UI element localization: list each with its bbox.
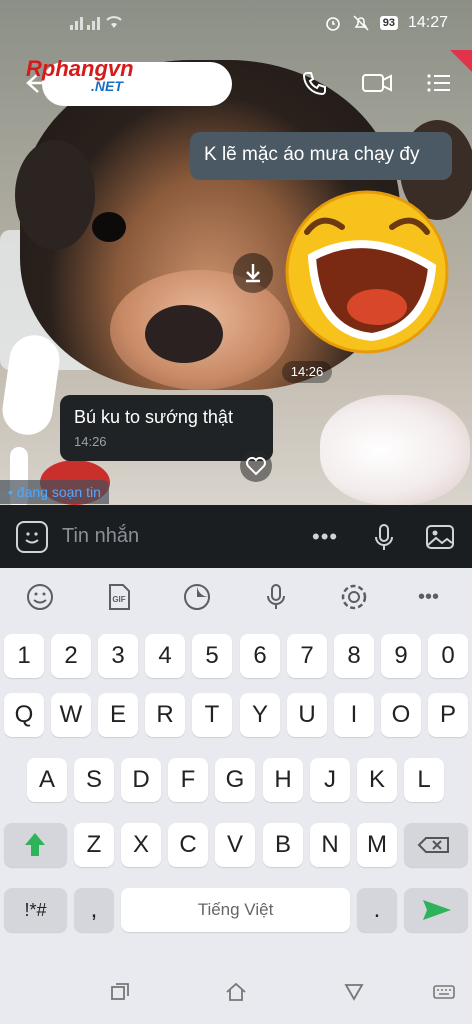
key-3[interactable]: 3 xyxy=(98,634,138,678)
key-l[interactable]: L xyxy=(404,758,444,802)
laughing-sticker[interactable] xyxy=(282,187,452,357)
emoji-icon[interactable] xyxy=(25,582,55,612)
signal-icon xyxy=(87,14,100,30)
watermark-domain: .NET xyxy=(91,78,123,94)
key-7[interactable]: 7 xyxy=(287,634,327,678)
download-button[interactable] xyxy=(233,253,273,293)
puppy-photo-paw xyxy=(320,395,470,505)
key-j[interactable]: J xyxy=(310,758,350,802)
phone-icon[interactable] xyxy=(300,68,330,98)
comma-key[interactable]: , xyxy=(74,888,114,932)
system-nav-bar xyxy=(0,958,472,1024)
back-triangle-icon[interactable] xyxy=(342,980,366,1004)
outgoing-message-text: K lẽ mặc áo mưa chạy đy xyxy=(204,144,420,165)
more-options-button[interactable]: ••• xyxy=(312,521,344,553)
smiley-icon xyxy=(25,532,39,544)
send-arrow-icon xyxy=(423,900,451,920)
key-h[interactable]: H xyxy=(263,758,303,802)
voice-input-icon[interactable] xyxy=(261,582,291,612)
key-d[interactable]: D xyxy=(121,758,161,802)
menu-list-icon[interactable] xyxy=(424,68,454,98)
signal-icon xyxy=(70,14,83,30)
keyboard-hide-icon[interactable] xyxy=(432,980,456,1004)
key-o[interactable]: O xyxy=(381,693,421,737)
image-gallery-icon[interactable] xyxy=(424,521,456,553)
key-g[interactable]: G xyxy=(215,758,255,802)
key-u[interactable]: U xyxy=(287,693,327,737)
message-input-bar: Tin nhắn ••• xyxy=(0,505,472,568)
key-1[interactable]: 1 xyxy=(4,634,44,678)
home-icon[interactable] xyxy=(224,980,248,1004)
watermark-logo: Rphangvn .NET xyxy=(26,56,134,94)
react-heart-button[interactable] xyxy=(240,450,272,482)
key-6[interactable]: 6 xyxy=(240,634,280,678)
key-4[interactable]: 4 xyxy=(145,634,185,678)
keyboard-toolbar: GIF ••• xyxy=(0,568,472,628)
download-icon xyxy=(246,264,260,283)
key-2[interactable]: 2 xyxy=(51,634,91,678)
status-right: 93 14:27 xyxy=(324,14,448,32)
puppy-photo-nose xyxy=(145,305,223,363)
mute-bell-icon xyxy=(353,15,369,31)
key-m[interactable]: M xyxy=(357,823,397,867)
key-y[interactable]: Y xyxy=(240,693,280,737)
svg-text:GIF: GIF xyxy=(112,595,125,604)
gif-icon[interactable]: GIF xyxy=(104,582,134,612)
status-time: 14:27 xyxy=(407,14,448,31)
send-key[interactable] xyxy=(404,888,468,932)
video-call-icon[interactable] xyxy=(360,68,394,98)
key-i[interactable]: I xyxy=(334,693,374,737)
key-c[interactable]: C xyxy=(168,823,208,867)
shift-arrow-icon xyxy=(25,833,45,856)
settings-gear-icon[interactable] xyxy=(339,582,369,612)
space-bar[interactable]: Tiếng Việt xyxy=(121,888,350,932)
key-f[interactable]: F xyxy=(168,758,208,802)
key-b[interactable]: B xyxy=(263,823,303,867)
key-9[interactable]: 9 xyxy=(381,634,421,678)
typing-indicator: • đang soạn tin xyxy=(0,480,109,504)
key-v[interactable]: V xyxy=(215,823,255,867)
sticker-timestamp: 14:26 xyxy=(282,361,332,383)
sticker-icon[interactable] xyxy=(182,582,212,612)
backspace-icon xyxy=(417,837,449,853)
incoming-message-text: Bú ku to sướng thật xyxy=(74,407,233,427)
wifi-icon xyxy=(106,16,122,28)
key-e[interactable]: E xyxy=(98,693,138,737)
signal-indicators xyxy=(70,14,124,30)
key-k[interactable]: K xyxy=(357,758,397,802)
shift-key[interactable] xyxy=(4,823,67,867)
key-q[interactable]: Q xyxy=(4,693,44,737)
heart-icon xyxy=(246,457,266,476)
key-5[interactable]: 5 xyxy=(192,634,232,678)
incoming-message-time: 14:26 xyxy=(74,434,107,449)
emoji-sticker-button[interactable] xyxy=(16,521,48,553)
key-a[interactable]: A xyxy=(27,758,67,802)
battery-indicator: 93 xyxy=(379,16,398,30)
key-r[interactable]: R xyxy=(145,693,185,737)
outgoing-message-bubble[interactable]: K lẽ mặc áo mưa chạy đy xyxy=(190,132,452,180)
key-n[interactable]: N xyxy=(310,823,350,867)
key-t[interactable]: T xyxy=(192,693,232,737)
recent-apps-icon[interactable] xyxy=(108,980,132,1004)
message-input[interactable]: Tin nhắn xyxy=(62,525,139,548)
key-8[interactable]: 8 xyxy=(334,634,374,678)
key-0[interactable]: 0 xyxy=(428,634,468,678)
alarm-icon xyxy=(325,17,340,31)
key-w[interactable]: W xyxy=(51,693,91,737)
corner-badge xyxy=(450,50,472,72)
period-key[interactable]: . xyxy=(357,888,397,932)
status-bar: 93 14:27 xyxy=(0,0,472,50)
symbols-key[interactable]: !*# xyxy=(4,888,67,932)
puppy-photo-eye xyxy=(92,212,126,242)
puppy-photo-ear xyxy=(15,140,95,250)
virtual-keyboard: GIF ••• 1 2 3 4 5 6 7 8 9 0 Q W E R T Y … xyxy=(0,568,472,958)
chat-header: Rphangvn .NET xyxy=(0,50,472,110)
microphone-icon[interactable] xyxy=(368,521,400,553)
key-p[interactable]: P xyxy=(428,693,468,737)
key-z[interactable]: Z xyxy=(74,823,114,867)
key-s[interactable]: S xyxy=(74,758,114,802)
key-x[interactable]: X xyxy=(121,823,161,867)
backspace-key[interactable] xyxy=(404,823,468,867)
keyboard-more-button[interactable]: ••• xyxy=(418,582,448,612)
